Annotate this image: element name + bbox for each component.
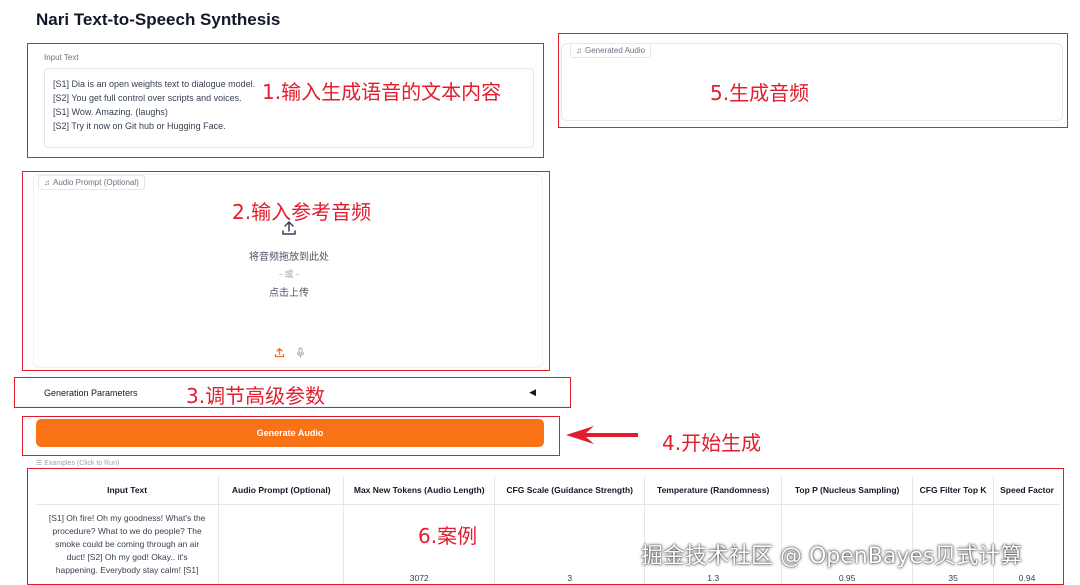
highlight-box-generate bbox=[22, 416, 560, 456]
annotation-5: 5.生成音频 bbox=[710, 81, 810, 105]
annotation-3: 3.调节高级参数 bbox=[186, 384, 326, 408]
watermark: 掘金技术社区 @ OpenBayes贝式计算 bbox=[641, 544, 1023, 569]
page-title: Nari Text-to-Speech Synthesis bbox=[36, 10, 281, 29]
highlight-box-generated bbox=[558, 33, 1068, 128]
annotation-6: 6.案例 bbox=[418, 524, 478, 548]
annotation-1: 1.输入生成语音的文本内容 bbox=[262, 80, 502, 104]
annotation-4: 4.开始生成 bbox=[662, 431, 762, 455]
examples-label: ☰ Examples (Click to Run) bbox=[36, 460, 120, 467]
annotation-2: 2.输入参考音频 bbox=[232, 200, 372, 224]
pointer-arrow-icon bbox=[566, 426, 638, 444]
